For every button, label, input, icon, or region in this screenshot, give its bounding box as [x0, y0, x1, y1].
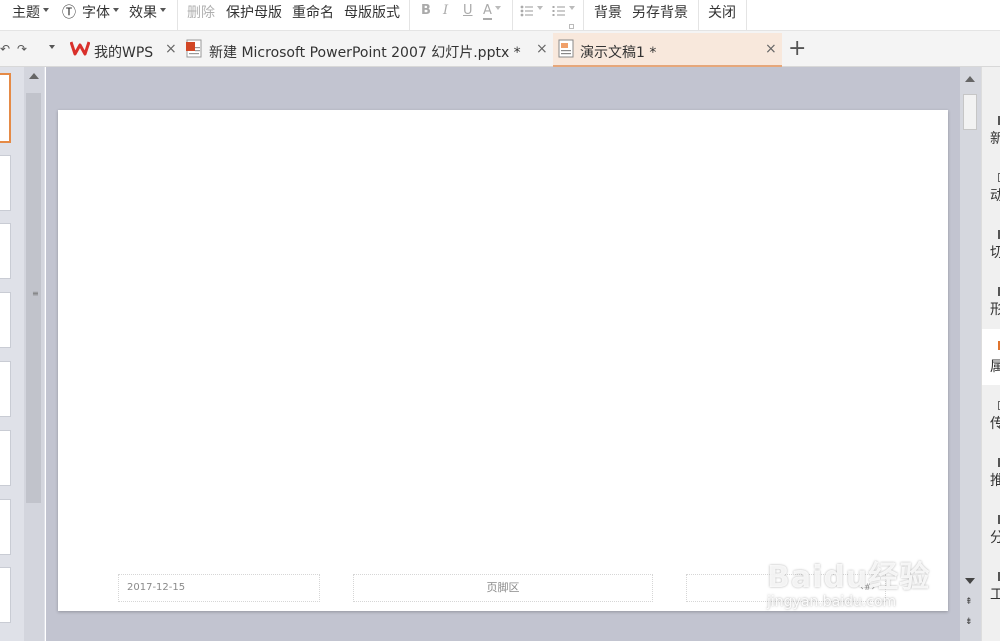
ribbon-separator: [583, 0, 584, 31]
tab-label: 演示文稿1 *: [580, 45, 657, 61]
tab-my-wps[interactable]: 我的WPS ×: [66, 33, 182, 67]
font-menu[interactable]: Ⓣ 字体: [62, 0, 119, 26]
numbered-list-icon: [552, 5, 565, 16]
scrollbar-thumb[interactable]: [963, 94, 977, 130]
rename-button[interactable]: 重命名: [292, 0, 334, 26]
task-pane-label: 动: [990, 185, 1000, 205]
task-pane-new[interactable]: 新: [982, 108, 1000, 164]
slide-thumbnail[interactable]: [0, 430, 11, 486]
scroll-up-icon[interactable]: [29, 73, 39, 79]
chevron-down-icon: [113, 8, 119, 12]
slide-thumbnail[interactable]: [0, 499, 11, 555]
ribbon-separator: [177, 0, 178, 31]
effect-menu[interactable]: 效果: [129, 0, 166, 26]
chevron-down-icon: [537, 5, 543, 10]
font-label: 字体: [82, 5, 110, 21]
quick-access-dropdown[interactable]: [46, 31, 55, 67]
previous-slide-icon[interactable]: ⇞: [965, 598, 973, 607]
chevron-down-icon: [160, 8, 166, 12]
task-pane-label: 属: [990, 356, 1000, 376]
task-pane: 新 动 切 形 属 传 推 分 工: [981, 67, 1000, 641]
bullet-list-button[interactable]: [520, 0, 543, 24]
task-pane-upload[interactable]: 传: [982, 393, 1000, 449]
close-icon[interactable]: ×: [536, 41, 548, 57]
thumbnail-scrollbar[interactable]: ≡: [24, 67, 44, 641]
save-background-button[interactable]: 另存背景: [632, 0, 688, 26]
next-slide-icon[interactable]: ⇟: [965, 618, 973, 627]
slide-canvas: 2017-12-15 页脚区 ‹#›: [46, 67, 960, 641]
effect-label: 效果: [129, 5, 157, 21]
slide-number-placeholder[interactable]: ‹#›: [686, 574, 886, 602]
slide-thumbnail-panel: ≡: [0, 67, 45, 641]
tab-presentation-1[interactable]: 演示文稿1 * ×: [553, 33, 782, 67]
underline-button[interactable]: U: [463, 0, 473, 24]
date-placeholder[interactable]: 2017-12-15: [118, 574, 320, 602]
task-pane-tools[interactable]: 工: [982, 564, 1000, 620]
close-master-button[interactable]: 关闭: [708, 0, 736, 26]
slide-thumbnail[interactable]: [0, 292, 11, 348]
ppt-file-icon: [186, 39, 202, 58]
presentation-doc-icon: [558, 39, 574, 58]
master-layout-button[interactable]: 母版版式: [344, 0, 400, 26]
task-pane-label: 形: [990, 299, 1000, 319]
font-color-label: A: [483, 3, 492, 20]
task-pane-transition[interactable]: 切: [982, 222, 1000, 278]
undo-icon[interactable]: ↶: [0, 31, 10, 67]
font-color-button[interactable]: A: [483, 0, 501, 24]
ribbon-toolbar: 主题 Ⓣ 字体 效果 删除 保护母版 重命名 母版版式 B I U A 背景 另存…: [0, 0, 1000, 31]
task-pane-label: 工: [990, 584, 1000, 604]
document-tab-bar: ↶ ↷ 我的WPS × 新建 Microsoft PowerPoint 2007…: [0, 31, 1000, 67]
tab-label: 我的WPS: [94, 45, 154, 61]
tab-label: 新建 Microsoft PowerPoint 2007 幻灯片.pptx *: [209, 45, 521, 61]
task-pane-label: 传: [990, 413, 1000, 433]
task-pane-label: 新: [990, 128, 1000, 148]
chevron-down-icon: [494, 5, 501, 10]
slide-thumbnail[interactable]: [0, 567, 11, 623]
canvas-scrollbar[interactable]: ⇞ ⇟: [960, 67, 981, 641]
chevron-down-icon: [43, 8, 49, 12]
scroll-up-icon[interactable]: [965, 76, 975, 82]
footer-placeholder[interactable]: 页脚区: [353, 574, 653, 602]
chevron-down-icon: [49, 44, 55, 49]
task-pane-shape[interactable]: 形: [982, 279, 1000, 335]
italic-button[interactable]: I: [443, 0, 448, 24]
ribbon-separator: [746, 0, 747, 31]
scrollbar-thumb[interactable]: [26, 93, 41, 503]
slide-thumbnail[interactable]: [0, 361, 11, 417]
ribbon-separator: [698, 0, 699, 31]
task-pane-share[interactable]: 分: [982, 507, 1000, 563]
background-button[interactable]: 背景: [594, 0, 622, 26]
wps-logo-icon: [70, 41, 90, 56]
delete-button[interactable]: 删除: [187, 0, 215, 26]
font-icon: Ⓣ: [62, 5, 76, 21]
task-pane-label: 分: [990, 527, 1000, 547]
theme-menu[interactable]: 主题: [12, 0, 49, 26]
slide-thumbnail[interactable]: [0, 155, 11, 211]
slide-thumbnail[interactable]: [0, 223, 11, 279]
paragraph-dialog-launcher[interactable]: [569, 24, 574, 29]
numbered-list-button[interactable]: [552, 0, 575, 24]
task-pane-recommend[interactable]: 推: [982, 450, 1000, 506]
chevron-down-icon: [569, 5, 575, 10]
task-pane-animation[interactable]: 动: [982, 165, 1000, 221]
bullet-list-icon: [520, 5, 533, 16]
task-pane-property[interactable]: 属: [982, 329, 1000, 385]
bold-button[interactable]: B: [421, 0, 431, 24]
close-icon[interactable]: ×: [765, 41, 777, 57]
task-pane-label: 切: [990, 242, 1000, 262]
tab-pptx-file[interactable]: 新建 Microsoft PowerPoint 2007 幻灯片.pptx * …: [182, 33, 552, 67]
theme-label: 主题: [12, 5, 40, 21]
grip-icon: ≡: [32, 289, 39, 298]
redo-icon[interactable]: ↷: [17, 31, 27, 67]
ribbon-separator: [512, 0, 513, 31]
slide-thumbnail[interactable]: [0, 73, 11, 143]
scroll-down-icon[interactable]: [965, 578, 975, 584]
ribbon-separator: [409, 0, 410, 31]
protect-master-button[interactable]: 保护母版: [226, 0, 282, 26]
close-icon[interactable]: ×: [165, 41, 177, 57]
slide-master[interactable]: 2017-12-15 页脚区 ‹#›: [58, 110, 948, 611]
add-tab-icon[interactable]: +: [788, 37, 806, 61]
task-pane-label: 推: [990, 470, 1000, 490]
